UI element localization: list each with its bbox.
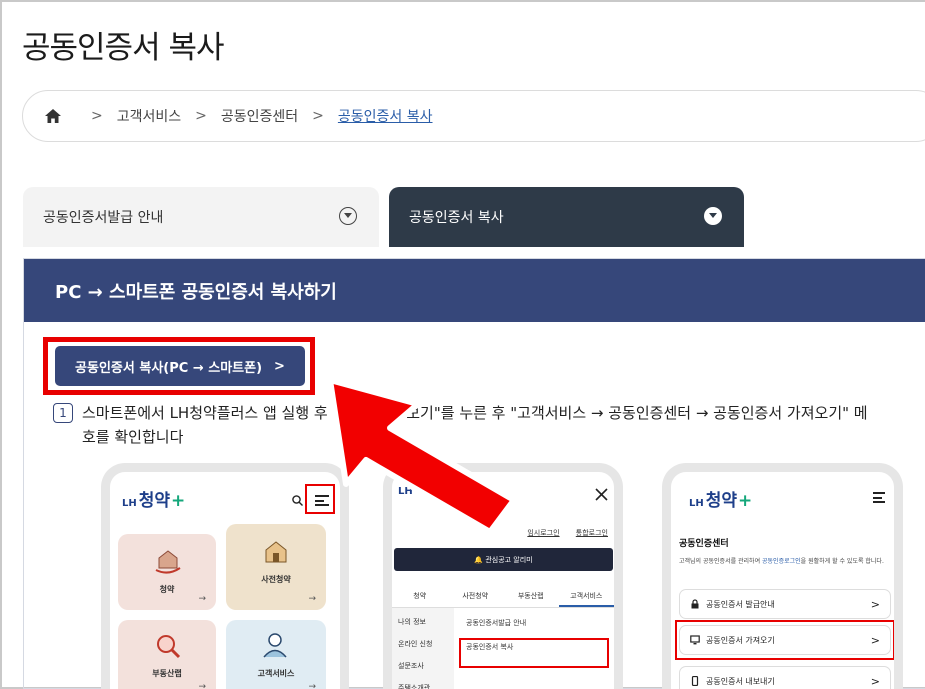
- logo-name: 청약: [138, 491, 171, 511]
- home-icon[interactable]: [45, 109, 61, 123]
- import-highlight: [675, 620, 894, 660]
- chevron-right-icon: >: [870, 597, 880, 611]
- menu-left-item[interactable]: 나의 정보: [392, 608, 454, 630]
- pointer-arrow-icon: [327, 380, 517, 535]
- lh-logo: LH 청약 +: [689, 486, 752, 511]
- close-icon[interactable]: [595, 488, 608, 501]
- tile-label: 부동산랩: [152, 669, 182, 678]
- menu-highlight: [459, 638, 609, 668]
- breadcrumb-separator: >: [195, 108, 207, 124]
- breadcrumb-separator: >: [312, 108, 324, 124]
- breadcrumb: > 고객서비스 > 공동인증센터 > 공동인증서 복사: [22, 90, 925, 142]
- menu-left-item[interactable]: 설문조사: [392, 652, 454, 674]
- menu-right-item[interactable]: 공동인증서발급 안내: [454, 608, 614, 632]
- menu-left-item[interactable]: 온라인 신청: [392, 630, 454, 652]
- phone-mockup-cert-center: LH 청약 + 공동인증센터 고객님의 공동인증서를 관리하여 공동인증로그인을…: [662, 463, 903, 689]
- breadcrumb-item-current[interactable]: 공동인증서 복사: [338, 106, 433, 126]
- cert-issue-guide-row[interactable]: 공동인증서 발급안내 >: [679, 589, 891, 619]
- tab-cert-copy[interactable]: 공동인증서 복사: [389, 187, 744, 247]
- arrow-right-icon: →: [308, 682, 316, 689]
- menu-left-column: 나의 정보 온라인 신청 설문조사 주택소개관: [392, 608, 454, 689]
- desc-text: 고객님의 공동인증서를 관리하여: [679, 558, 763, 565]
- customer-service-icon: [263, 633, 287, 658]
- row-label: 공동인증서 내보내기: [706, 676, 775, 686]
- section-heading: PC → 스마트폰 공동인증서 복사하기: [24, 259, 925, 322]
- page-title: 공동인증서 복사: [22, 30, 224, 66]
- menu-tab[interactable]: 사전청약: [448, 584, 504, 607]
- house-hand-icon: [155, 550, 181, 574]
- tab-cert-issue-guide[interactable]: 공동인증서발급 안내: [23, 187, 379, 247]
- logo-prefix: LH: [122, 498, 137, 509]
- tile-label: 사전청약: [261, 575, 291, 584]
- tile-subscription[interactable]: 청약 →: [118, 534, 216, 610]
- cert-center-title: 공동인증센터: [679, 539, 729, 549]
- logo-name: 청약: [705, 491, 738, 511]
- arrow-right-icon: →: [198, 594, 206, 604]
- menu-left-item[interactable]: 주택소개관: [392, 674, 454, 689]
- breadcrumb-item-cert-center[interactable]: 공동인증센터: [221, 106, 298, 126]
- menu-icon[interactable]: [873, 492, 885, 503]
- lh-logo: LH 청약 +: [122, 486, 185, 511]
- arrow-right-icon: →: [198, 682, 206, 689]
- desc-link[interactable]: 공동인증로그인: [762, 558, 801, 565]
- step-number: 1: [53, 403, 73, 423]
- temp-login-link[interactable]: 임시로그인: [527, 529, 559, 537]
- logo-prefix: LH: [689, 498, 704, 509]
- house-icon: [265, 541, 287, 563]
- integrated-login-link[interactable]: 통합로그인: [576, 529, 608, 537]
- magnifier-icon: [157, 635, 181, 659]
- menu-tab[interactable]: 부동산랩: [503, 584, 559, 607]
- breadcrumb-separator: >: [91, 108, 103, 124]
- highlight-box: [43, 337, 315, 395]
- tile-real-estate-lab[interactable]: 부동산랩 →: [118, 620, 216, 689]
- menu-tabs: 청약 사전청약 부동산랩 고객서비스: [392, 584, 614, 608]
- row-label: 공동인증서 발급안내: [706, 599, 775, 609]
- tab-label: 공동인증서발급 안내: [43, 210, 164, 226]
- tile-customer-service[interactable]: 고객서비스 →: [226, 620, 326, 689]
- breadcrumb-item-customer-service[interactable]: 고객서비스: [117, 106, 181, 126]
- tile-label: 고객서비스: [257, 669, 295, 678]
- chevron-down-icon: [339, 207, 357, 225]
- cert-export-row[interactable]: 공동인증서 내보내기 >: [679, 666, 891, 689]
- logo-plus: +: [738, 491, 753, 511]
- cert-center-description: 고객님의 공동인증서를 관리하여 공동인증로그인을 원활하게 할 수 있도록 합…: [679, 556, 894, 567]
- arrow-right-icon: →: [308, 594, 316, 604]
- chevron-right-icon: >: [870, 674, 880, 688]
- menu-tab[interactable]: 청약: [392, 584, 448, 607]
- interest-alarm-button[interactable]: 🔔 관심공고 알리미: [394, 548, 613, 571]
- chevron-down-icon: [704, 207, 722, 225]
- logo-plus: +: [171, 491, 186, 511]
- menu-tab-active[interactable]: 고객서비스: [558, 584, 614, 607]
- tab-label: 공동인증서 복사: [409, 210, 504, 226]
- phone-icon: [691, 676, 699, 686]
- desc-text: 을 원활하게 할 수 있도록 합니다.: [800, 558, 884, 565]
- lock-icon: [691, 599, 699, 609]
